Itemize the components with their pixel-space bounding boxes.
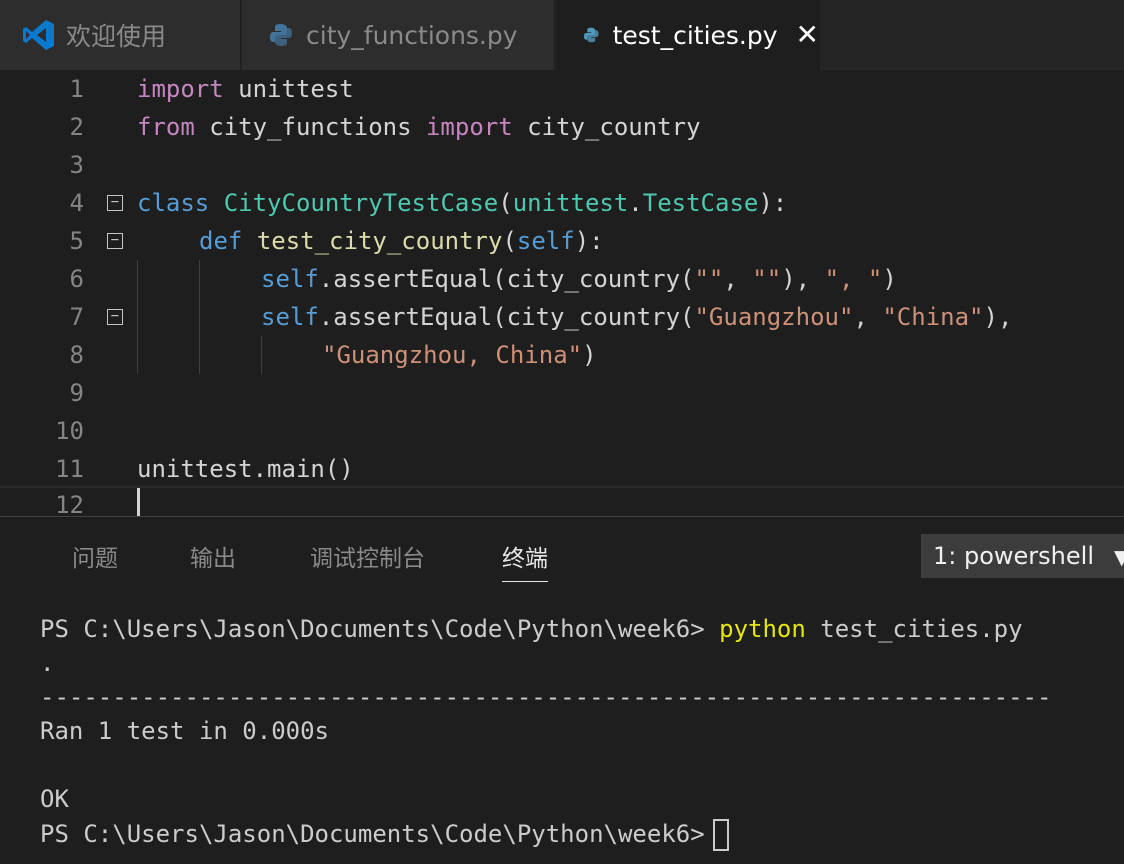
python-icon (270, 24, 292, 46)
terminal-line: PS C:\Users\Jason\Documents\Code\Python\… (40, 615, 1023, 643)
line-number: 9 (69, 379, 84, 407)
line-number: 3 (69, 151, 84, 179)
line-number: 10 (55, 417, 84, 445)
code-line: 1 import unittest (0, 70, 1124, 108)
terminal-select[interactable]: 1: powershell (921, 534, 1124, 578)
code-line: 3 (0, 146, 1124, 184)
tab-output[interactable]: 输出 (190, 539, 236, 573)
chevron-down-icon[interactable]: ▼ (1114, 545, 1124, 569)
text-cursor (137, 488, 140, 516)
tab-debug-console[interactable]: 调试控制台 (310, 539, 425, 573)
code-line: 10 (0, 412, 1124, 450)
bottom-panel: 问题 输出 调试控制台 终端 1: powershell ▼ PS C:\Use… (0, 516, 1124, 864)
tab-terminal[interactable]: 终端 (502, 539, 548, 582)
tab-test-cities-label: test_cities.py (612, 20, 778, 50)
line-number: 1 (69, 75, 84, 103)
code-line: 4 − class CityCountryTestCase(unittest.T… (0, 184, 1124, 222)
tab-welcome[interactable]: 欢迎使用 (0, 0, 241, 70)
code-line-current: 12 (0, 486, 1124, 516)
fold-icon[interactable]: − (107, 233, 123, 249)
line-number: 2 (69, 113, 84, 141)
line-number: 12 (55, 491, 84, 516)
fold-icon[interactable]: − (107, 309, 123, 325)
tab-problems[interactable]: 问题 (72, 539, 118, 573)
vscode-logo-icon (23, 20, 54, 50)
terminal-line: Ran 1 test in 0.000s (40, 717, 329, 745)
code-line: 8 "Guangzhou, China") (0, 336, 1124, 374)
line-number: 5 (69, 227, 84, 255)
tab-welcome-label: 欢迎使用 (66, 22, 167, 51)
tab-city-functions-label: city_functions.py (306, 20, 518, 50)
line-number: 6 (69, 265, 84, 293)
code-line: 7 − self.assertEqual(city_country("Guang… (0, 298, 1124, 336)
close-icon[interactable]: ✕ (796, 21, 819, 49)
python-icon (584, 27, 599, 43)
terminal-line: OK (40, 785, 69, 813)
terminal-prompt-line[interactable]: PS C:\Users\Jason\Documents\Code\Python\… (40, 819, 729, 851)
code-line: 5 − def test_city_country(self): (0, 222, 1124, 260)
line-number: 8 (69, 341, 84, 369)
tab-test-cities[interactable]: test_cities.py ✕ (556, 0, 820, 70)
terminal-line: . (40, 649, 55, 677)
line-number: 7 (69, 303, 84, 331)
terminal-cursor (712, 819, 729, 851)
code-editor[interactable]: 1 import unittest 2 from city_functions … (0, 70, 1124, 516)
line-number: 11 (55, 455, 84, 483)
code-line: 9 (0, 374, 1124, 412)
code-line: 6 self.assertEqual(city_country("", ""),… (0, 260, 1124, 298)
line-number: 4 (69, 189, 84, 217)
fold-icon[interactable]: − (107, 195, 123, 211)
code-line: 2 from city_functions import city_countr… (0, 108, 1124, 146)
tab-city-functions[interactable]: city_functions.py (242, 0, 555, 70)
code-line: 11 unittest.main() (0, 450, 1124, 488)
terminal-line: ----------------------------------------… (40, 683, 1052, 711)
editor-tab-bar: 欢迎使用 city_functions.py test_cities.py ✕ (0, 0, 1124, 70)
